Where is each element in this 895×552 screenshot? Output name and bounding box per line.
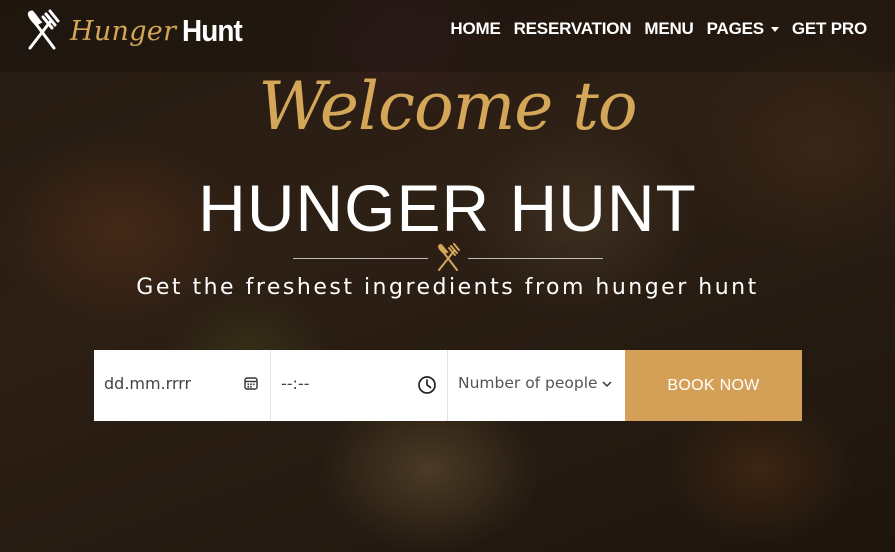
fork-knife-icon [27, 9, 60, 50]
date-value: dd.mm.rrrr [104, 374, 192, 393]
divider-line-right [468, 258, 603, 259]
people-value: Number of people [458, 374, 598, 392]
clock-icon[interactable] [417, 375, 437, 395]
brand-logo[interactable]: Hunger Hunt [22, 8, 249, 54]
fork-knife-icon [438, 243, 460, 271]
nav-home[interactable]: HOME [450, 19, 500, 39]
page-title: HUNGER HUNT [198, 171, 697, 245]
nav-pages-label: PAGES [706, 19, 764, 38]
chevron-down-icon [770, 26, 779, 32]
welcome-heading: Welcome to [258, 68, 637, 145]
nav-reservation[interactable]: RESERVATION [514, 19, 632, 39]
divider-line-left [293, 258, 428, 259]
book-now-button[interactable]: BOOK NOW [625, 350, 802, 421]
calendar-icon[interactable] [244, 376, 258, 390]
hero-subtitle: Get the freshest ingredients from hunger… [136, 275, 759, 300]
people-select[interactable]: Number of people [448, 350, 625, 421]
time-value: --:-- [281, 374, 310, 393]
brand-script: Hunger [70, 15, 177, 47]
main-nav: HOME RESERVATION MENU PAGES GET PRO [450, 19, 867, 39]
nav-menu[interactable]: MENU [644, 19, 693, 39]
date-field[interactable]: dd.mm.rrrr [94, 350, 271, 421]
nav-get-pro[interactable]: GET PRO [792, 19, 867, 39]
chevron-down-icon [602, 381, 612, 388]
nav-pages[interactable]: PAGES [707, 19, 779, 39]
brand-bold: Hunt [182, 13, 243, 48]
time-field[interactable]: --:-- [271, 350, 448, 421]
title-divider [293, 243, 603, 273]
booking-form: dd.mm.rrrr --:-- Number of people BOOK N… [94, 350, 802, 421]
